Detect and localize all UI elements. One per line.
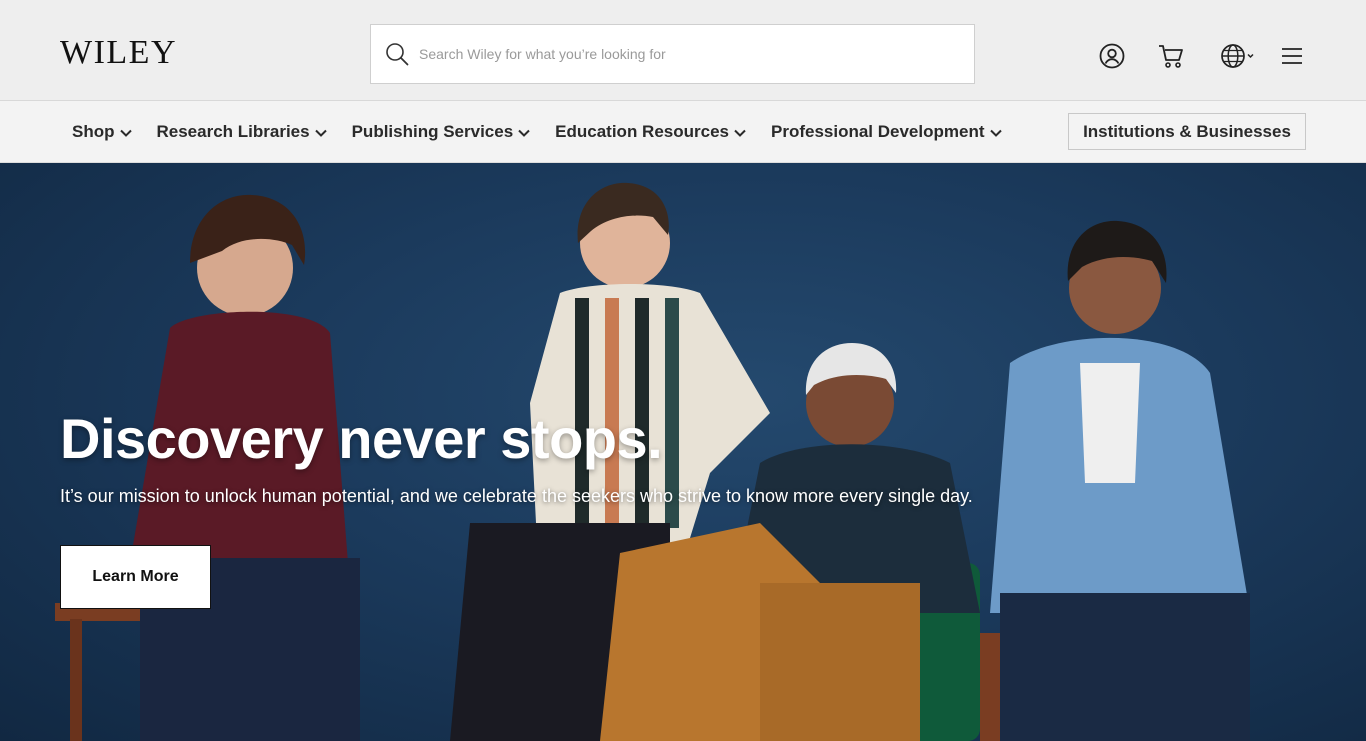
nav-item-publishing-services[interactable]: Publishing Services <box>352 122 531 142</box>
nav-item-label: Research Libraries <box>156 122 310 141</box>
nav-item-research-libraries[interactable]: Research Libraries <box>157 122 327 142</box>
hero-title: Discovery never stops. <box>60 407 663 470</box>
nav-item-label: Shop <box>72 122 115 141</box>
wiley-logo[interactable]: WILEY <box>60 36 177 70</box>
nav-item-shop[interactable]: Shop <box>72 122 132 142</box>
chevron-down-icon <box>518 129 530 137</box>
hamburger-menu-icon[interactable] <box>1278 42 1306 70</box>
top-header: WILEY <box>0 0 1366 101</box>
main-navigation: Shop Research Libraries Publishing Servi… <box>0 101 1366 163</box>
user-account-icon[interactable] <box>1098 42 1126 70</box>
chevron-down-icon <box>119 129 132 137</box>
search-bar[interactable] <box>370 24 975 84</box>
search-input[interactable] <box>419 46 959 62</box>
hero-subtitle: It’s our mission to unlock human potenti… <box>60 486 973 506</box>
shopping-cart-icon[interactable] <box>1157 42 1185 70</box>
chevron-down-icon <box>734 129 746 137</box>
nav-item-label: Publishing Services <box>351 122 514 141</box>
chevron-down-icon <box>989 129 1002 137</box>
hero-banner: Discovery never stops. It’s our mission … <box>0 163 1366 741</box>
institutions-businesses-button[interactable]: Institutions & Businesses <box>1068 113 1306 150</box>
learn-more-button[interactable]: Learn More <box>60 545 211 609</box>
globe-language-icon[interactable] <box>1218 42 1258 70</box>
chevron-down-icon <box>314 129 327 137</box>
nav-item-label: Education Resources <box>555 122 729 141</box>
search-icon <box>386 43 409 66</box>
nav-item-professional-development[interactable]: Professional Development <box>771 122 1002 142</box>
nav-item-label: Professional Development <box>770 122 985 141</box>
nav-item-education-resources[interactable]: Education Resources <box>555 122 746 142</box>
